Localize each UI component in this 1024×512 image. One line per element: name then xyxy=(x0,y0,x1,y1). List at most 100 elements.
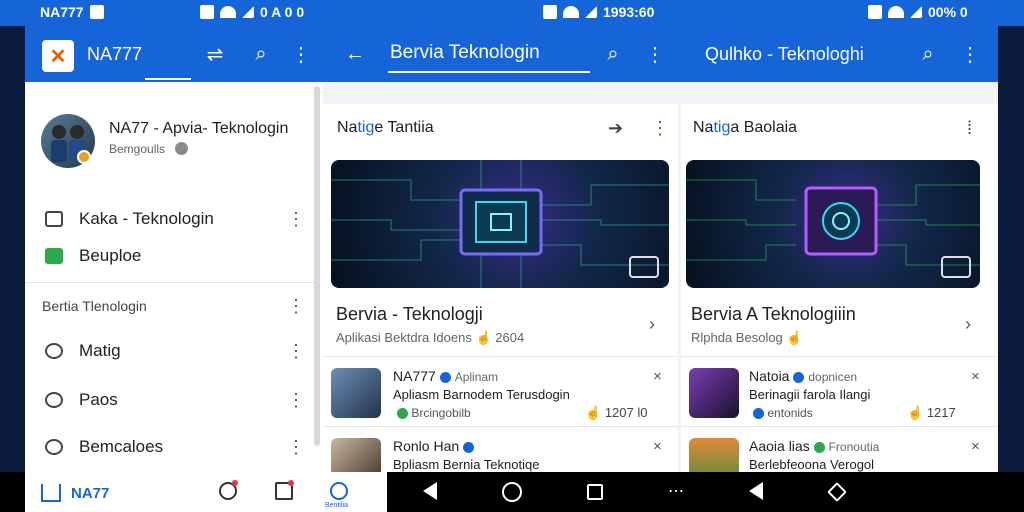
close-icon[interactable]: × xyxy=(653,368,662,385)
chevron-right-icon[interactable]: › xyxy=(649,314,655,335)
back-icon[interactable] xyxy=(423,482,437,500)
feed-count: ☝ 1217 xyxy=(907,405,956,421)
drawer-section-title: Bertia Tlenologin xyxy=(42,298,147,314)
card-header-accent: tig xyxy=(357,119,375,136)
bottom-nav-home-label[interactable]: NA77 xyxy=(71,485,109,502)
home-button-icon[interactable] xyxy=(502,482,522,502)
search-input-underline xyxy=(388,71,590,73)
feed-author-name: Aaoia lias xyxy=(749,438,810,454)
more-icon[interactable]: ⋮ xyxy=(287,390,305,410)
main-content: Natige Tantiia ➔ ⋮ Bervia - Teknologji A… xyxy=(323,82,998,488)
circuit-illustration xyxy=(331,160,669,288)
more-icon[interactable]: ⋮ xyxy=(287,209,305,229)
nfc-icon xyxy=(200,5,214,19)
card-header-part: e Tantiia xyxy=(374,119,434,136)
system-edge xyxy=(0,472,25,512)
notification-badge xyxy=(288,480,294,486)
drawer-item-bemcaloes[interactable]: Bemcaloes xyxy=(45,435,163,459)
feed-author: Aaoia lias Fronoutia xyxy=(749,438,879,454)
close-icon[interactable]: × xyxy=(653,438,662,455)
share-icon[interactable]: ➔ xyxy=(608,118,623,139)
profile-name: NA77 - Apvia- Teknologin xyxy=(109,120,289,137)
hero-image[interactable] xyxy=(331,160,669,288)
right-page-title: Qulhko - Teknologhi xyxy=(705,44,864,64)
more-icon[interactable]: ⋯ xyxy=(668,482,688,502)
card-divider xyxy=(323,426,678,427)
card-divider xyxy=(681,426,998,427)
battery-text: 00% 0 xyxy=(928,4,968,20)
drag-handle-icon[interactable]: ⁞ xyxy=(967,118,972,139)
verified-icon xyxy=(793,371,805,383)
people-icon xyxy=(45,439,63,455)
search-icon[interactable]: ⌕ xyxy=(599,40,627,68)
back-icon[interactable] xyxy=(749,482,763,500)
app-logo[interactable]: ✕ xyxy=(42,40,74,72)
feed-author: Natoia dopnicen xyxy=(749,368,857,384)
card-title[interactable]: Bervia A Teknologiiin xyxy=(691,304,856,325)
wifi-icon xyxy=(888,6,904,18)
filter-icon[interactable]: ⇌ xyxy=(201,40,229,68)
nav-drawer: NA77 - Apvia- Teknologin Bemgoulls Kaka … xyxy=(25,82,323,472)
recents-icon[interactable] xyxy=(587,484,603,500)
feed-count: ☝ 1207 l0 xyxy=(585,405,647,421)
card-divider xyxy=(323,356,678,357)
profile-icon[interactable] xyxy=(330,482,348,500)
drawer-item-label: Paos xyxy=(79,390,118,409)
card-meta-count: 2604 xyxy=(495,330,525,345)
like-icon[interactable]: ☝ xyxy=(907,405,927,420)
status-mid-left-time: 0 A 0 0 xyxy=(260,4,305,20)
more-icon[interactable]: ⋮ xyxy=(641,40,669,68)
more-icon[interactable]: ⋮ xyxy=(287,40,315,68)
card-header-part: a Baolaia xyxy=(730,119,798,136)
search-input[interactable]: Bervia Teknologin xyxy=(390,42,540,64)
app-bar: ✕ NA777 ⇌ ⌕ ⋮ ← Bervia Teknologin ⌕ ⋮ Qu… xyxy=(25,26,998,82)
feed-line: Bpliasm Bernia Teknotiqe xyxy=(393,457,540,472)
search-icon[interactable]: ⌕ xyxy=(914,40,942,68)
like-icon[interactable]: ☝ xyxy=(585,405,605,420)
feed-sub-text: Brcingobilb xyxy=(411,406,471,420)
content-card[interactable]: Natige Tantiia ➔ ⋮ Bervia - Teknologji A… xyxy=(323,104,678,488)
verified-icon xyxy=(439,371,451,383)
status-bar: NA777 0 A 0 0 1993:60 00% 0 xyxy=(0,0,1024,26)
back-arrow-icon[interactable]: ← xyxy=(341,40,369,68)
drawer-divider xyxy=(25,282,314,283)
more-icon[interactable]: ⋮ xyxy=(287,296,305,316)
signal-icon xyxy=(910,6,922,18)
close-icon[interactable]: × xyxy=(971,438,980,455)
rotate-icon[interactable] xyxy=(827,482,847,502)
card-title[interactable]: Bervia - Teknologji xyxy=(336,304,483,325)
signal-icon xyxy=(585,6,597,18)
more-icon[interactable]: ⋮ xyxy=(287,341,305,361)
chevron-right-icon[interactable]: › xyxy=(965,314,971,335)
more-icon[interactable]: ⋮ xyxy=(287,437,305,457)
search-icon[interactable]: ⌕ xyxy=(247,40,275,68)
drawer-item-matig[interactable]: Matig xyxy=(45,339,121,363)
status-time: 1993:60 xyxy=(603,4,655,20)
drawer-item-kaka[interactable]: Kaka - Teknologin xyxy=(45,207,214,231)
drawer-item-paos[interactable]: Paos xyxy=(45,388,118,412)
bottom-nav-active-label[interactable]: Bentilia xyxy=(325,502,348,509)
like-icon[interactable]: ☝ xyxy=(786,330,802,345)
status-mid-left: 0 A 0 0 xyxy=(200,4,304,20)
home-icon[interactable] xyxy=(41,484,61,502)
settings-icon[interactable] xyxy=(175,142,188,155)
status-left-label: NA777 xyxy=(40,4,84,20)
wifi-icon xyxy=(563,6,579,18)
hero-image[interactable] xyxy=(686,160,980,288)
gallery-icon[interactable] xyxy=(941,256,971,278)
status-left: NA777 xyxy=(40,4,104,20)
feed-author-name: Natoia xyxy=(749,368,790,384)
gallery-icon[interactable] xyxy=(629,256,659,278)
drawer-scrollbar[interactable] xyxy=(314,86,320,446)
app-title-underline xyxy=(145,78,191,80)
drawer-item-beuploe[interactable]: Beuploe xyxy=(45,244,141,268)
system-nav-bar: ⋯ xyxy=(387,472,1024,512)
verified-icon xyxy=(463,441,475,453)
like-icon[interactable]: ☝ xyxy=(475,330,495,345)
card-meta-text: Aplikasi Bektdra Idoens xyxy=(336,330,472,345)
more-icon[interactable]: ⋮ xyxy=(651,118,669,139)
more-icon[interactable]: ⋮ xyxy=(956,40,984,68)
app-title: NA777 xyxy=(87,44,143,64)
close-icon[interactable]: × xyxy=(971,368,980,385)
content-card[interactable]: Natiga Baolaia ⁞ Bervia A Teknologiiin R… xyxy=(681,104,998,488)
